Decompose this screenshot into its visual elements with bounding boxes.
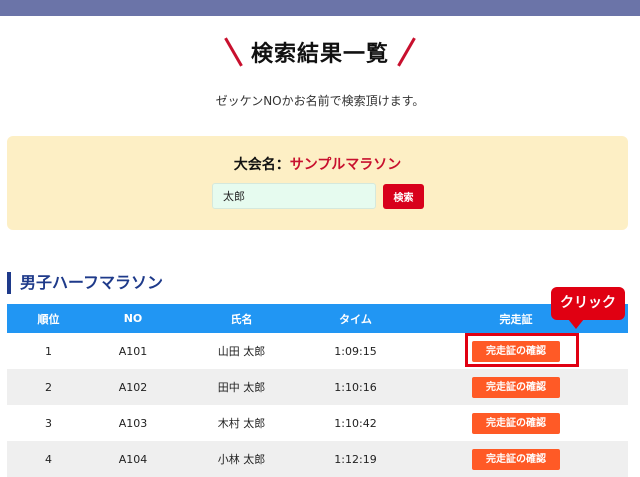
runner-name-cell: 山田 太郎 — [217, 345, 266, 358]
top-bar — [0, 0, 640, 16]
table-row: 4 A104 小林 太郎 1:12:19 完走証の確認 — [7, 441, 628, 477]
finish-time-cell: 1:09:15 — [334, 344, 377, 358]
page-subtitle: ゼッケンNOかお名前で検索頂けます。 — [215, 94, 425, 108]
bib-number-cell: A104 — [90, 441, 176, 477]
search-button[interactable]: 検索 — [383, 184, 424, 209]
column-header-no: NO — [90, 304, 176, 333]
runner-name-cell: 小林 太郎 — [176, 441, 307, 477]
callout-pointer — [568, 319, 584, 329]
table-row: 3 A103 木村 太郎 1:10:42 完走証の確認 — [7, 405, 628, 441]
view-certificate-button[interactable]: 完走証の確認 — [472, 376, 560, 398]
view-certificate-button[interactable]: 完走証の確認 — [472, 448, 560, 470]
event-label: 大会名： — [233, 157, 290, 173]
column-header-rank: 順位 — [7, 304, 90, 333]
certificate-cell: 完走証の確認 — [404, 369, 628, 405]
rank-cell: 3 — [45, 416, 52, 430]
certificate-cell: 完走証の確認 — [404, 405, 628, 441]
runner-name-cell: 田中 太郎 — [176, 369, 307, 405]
click-callout: クリック — [551, 287, 625, 320]
page-title: 検索結果一覧 — [250, 42, 389, 67]
view-certificate-button[interactable]: 完走証の確認 — [472, 412, 560, 434]
results-table: 順位 NO 氏名 タイム 完走証 1 A101 山田 太郎 1:09:15 完走… — [7, 304, 628, 477]
title-slash-right — [397, 37, 416, 67]
certificate-cell: 完走証の確認 — [404, 441, 628, 477]
search-panel: 大会名：サンプルマラソン 検索 — [7, 136, 628, 230]
finish-time-cell: 1:12:19 — [307, 441, 404, 477]
column-header-time: タイム — [307, 304, 404, 333]
table-header-row: 順位 NO 氏名 タイム 完走証 — [7, 304, 628, 333]
click-highlight-box — [465, 333, 579, 367]
event-name: サンプルマラソン — [289, 157, 402, 173]
bib-number-cell: A101 — [118, 344, 148, 358]
event-line: 大会名：サンプルマラソン — [7, 154, 628, 174]
section-title: 男子ハーフマラソン — [7, 272, 163, 294]
page-title-wrap: 検索結果一覧 — [0, 34, 640, 70]
column-header-name: 氏名 — [176, 304, 307, 333]
bib-number-cell: A103 — [118, 416, 148, 430]
title-slash-left — [224, 37, 243, 67]
runner-name-cell: 木村 太郎 — [217, 417, 266, 430]
bib-number-cell: A102 — [90, 369, 176, 405]
rank-cell: 4 — [7, 441, 90, 477]
finish-time-cell: 1:10:16 — [307, 369, 404, 405]
search-input[interactable] — [212, 183, 376, 209]
rank-cell: 1 — [45, 344, 52, 358]
rank-cell: 2 — [7, 369, 90, 405]
table-row: 2 A102 田中 太郎 1:10:16 完走証の確認 — [7, 369, 628, 405]
finish-time-cell: 1:10:42 — [334, 416, 377, 430]
